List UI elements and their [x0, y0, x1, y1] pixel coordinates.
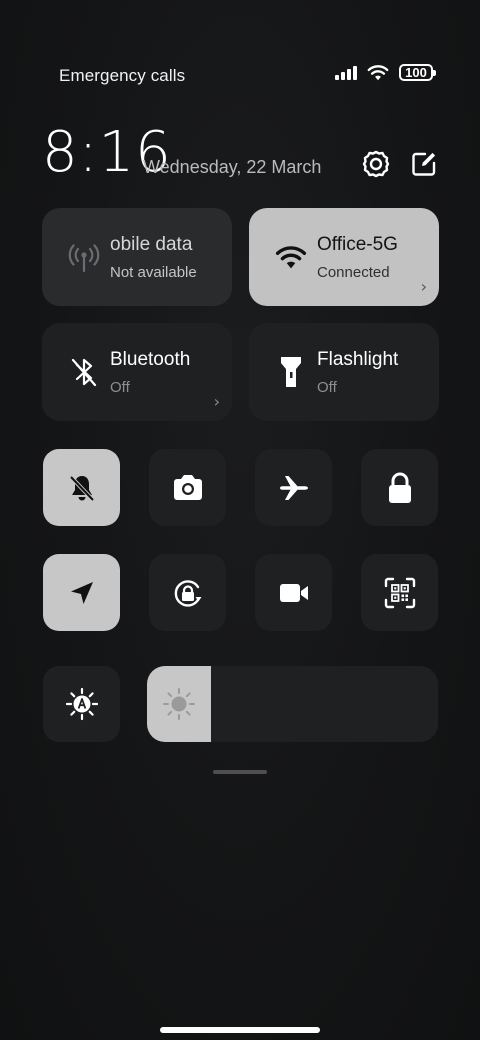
camera-icon — [173, 474, 202, 500]
wifi-icon — [273, 239, 309, 275]
tile-rotation-lock[interactable] — [149, 554, 226, 631]
chevron-right-icon[interactable]: › — [421, 277, 427, 296]
qr-scan-icon — [384, 577, 415, 608]
wifi-icon — [367, 65, 389, 81]
home-indicator[interactable] — [160, 1027, 320, 1033]
tile-airplane-mode[interactable] — [255, 449, 332, 526]
video-camera-icon — [279, 583, 308, 602]
cellular-signal-icon — [335, 65, 357, 80]
tile-lock-screen[interactable] — [361, 449, 438, 526]
tile-title: Office-5G — [317, 234, 398, 255]
rotation-lock-icon — [174, 579, 201, 607]
lock-icon — [388, 472, 411, 503]
settings-button[interactable] — [360, 148, 392, 180]
tile-title: obile data — [110, 234, 193, 255]
tile-subtitle: Connected — [317, 264, 390, 281]
edit-icon — [412, 152, 436, 176]
tile-flashlight[interactable]: Flashlight Off — [249, 323, 439, 421]
brightness-level-fill[interactable] — [147, 666, 212, 742]
tile-subtitle: Off — [110, 379, 130, 396]
tile-bluetooth[interactable]: Bluetooth Off › — [42, 323, 232, 421]
tile-screenshot[interactable] — [149, 449, 226, 526]
chevron-right-icon[interactable]: › — [214, 392, 220, 411]
tile-title: Flashlight — [317, 349, 399, 370]
status-icons: 100 — [335, 64, 436, 81]
antenna-icon — [66, 239, 102, 275]
brightness-slider[interactable] — [147, 666, 438, 742]
tile-subtitle: Not available — [110, 264, 197, 281]
flashlight-icon — [273, 354, 309, 390]
tile-screen-recorder[interactable] — [255, 554, 332, 631]
tile-title: Bluetooth — [110, 349, 191, 370]
tile-wifi[interactable]: Office-5G Connected › — [249, 208, 439, 306]
battery-indicator: 100 — [399, 64, 436, 81]
gear-icon — [362, 150, 390, 178]
location-arrow-icon — [70, 581, 93, 604]
bell-off-icon — [69, 475, 94, 501]
tile-qr-scanner[interactable] — [361, 554, 438, 631]
tile-mobile-data[interactable]: obile data Not available — [42, 208, 232, 306]
tile-location[interactable] — [43, 554, 120, 631]
tile-silent-mode[interactable] — [43, 449, 120, 526]
sun-icon — [163, 688, 195, 720]
edit-button[interactable] — [408, 148, 440, 180]
carrier-text: Emergency calls — [59, 66, 186, 85]
tile-auto-brightness[interactable] — [43, 666, 120, 742]
tile-subtitle: Off — [317, 379, 337, 396]
date: Wednesday, 22 March — [143, 157, 322, 177]
bluetooth-off-icon — [66, 354, 102, 390]
drag-handle[interactable] — [213, 770, 267, 774]
auto-brightness-icon — [65, 687, 98, 721]
airplane-icon — [279, 475, 308, 500]
